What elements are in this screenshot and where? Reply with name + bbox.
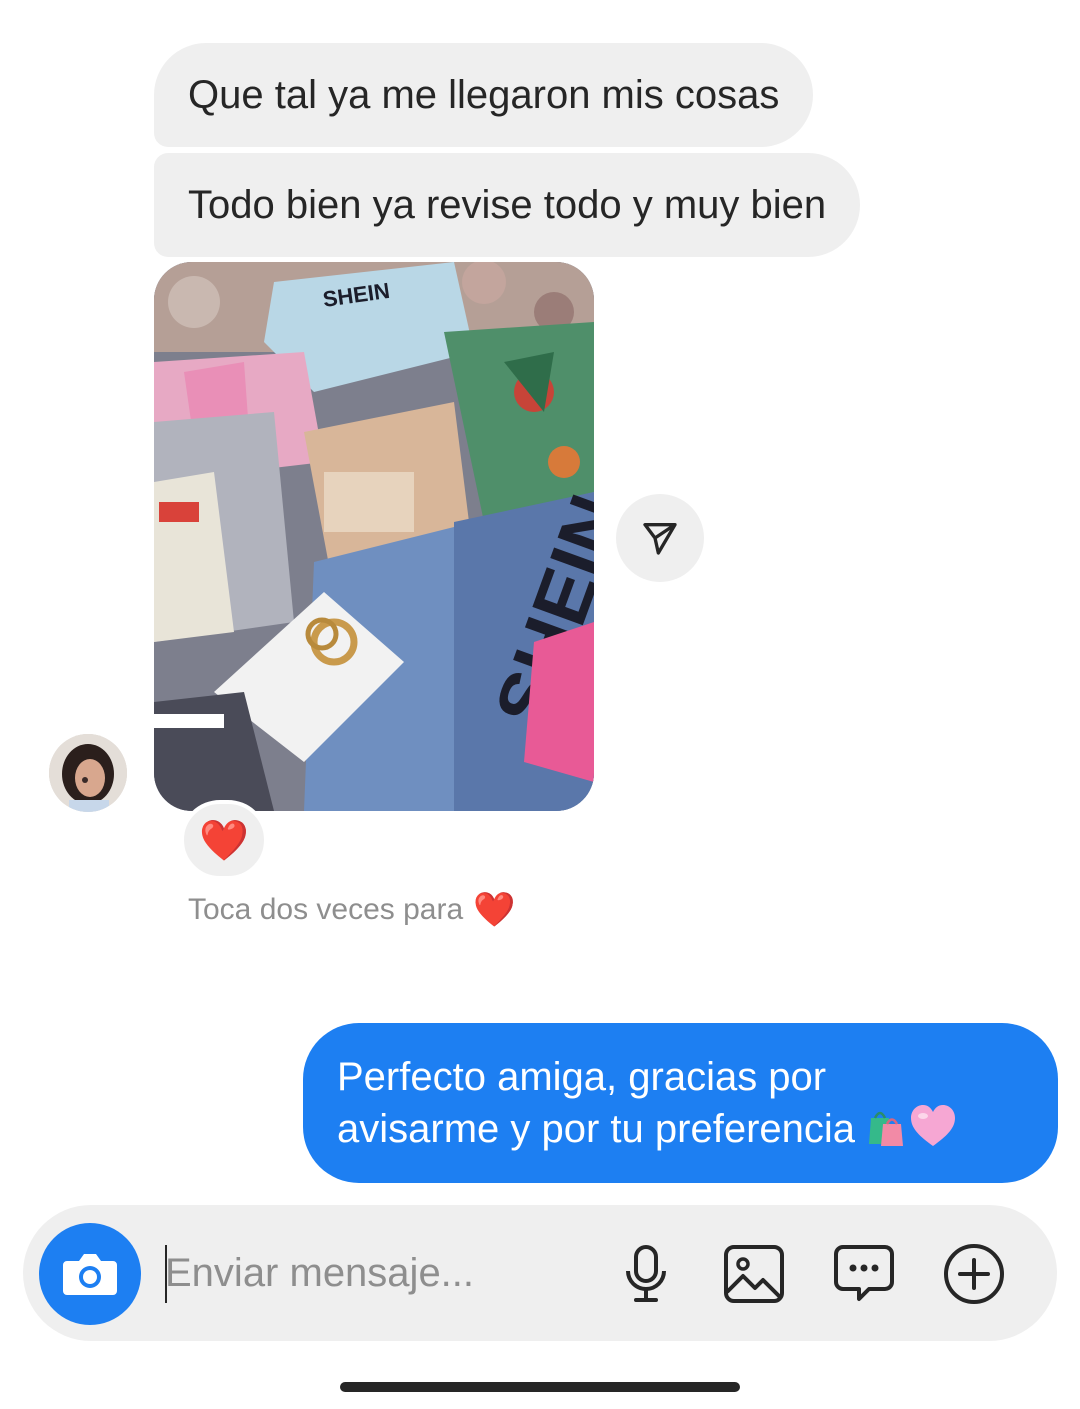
message-text: avisarme y por tu preferencia bbox=[337, 1107, 856, 1151]
paper-plane-icon bbox=[643, 523, 677, 555]
image-icon bbox=[724, 1245, 784, 1303]
photo-reaction[interactable]: ❤️ bbox=[180, 800, 268, 880]
microphone-button[interactable] bbox=[615, 1243, 677, 1305]
photo-message[interactable]: SHEIN SHEIN bbox=[154, 262, 594, 811]
avatar[interactable] bbox=[49, 734, 127, 812]
message-text: Todo bien ya revise todo y muy bien bbox=[188, 183, 827, 227]
more-options-button[interactable] bbox=[943, 1243, 1005, 1305]
pink-heart-icon bbox=[911, 1105, 956, 1146]
heart-icon: ❤️ bbox=[473, 891, 516, 929]
microphone-icon bbox=[626, 1245, 666, 1302]
message-input[interactable] bbox=[165, 1241, 585, 1305]
chat-bubble-icon bbox=[834, 1245, 894, 1301]
photo-image: SHEIN SHEIN bbox=[154, 262, 594, 811]
outgoing-message[interactable]: Perfecto amiga, gracias por avisarme y p… bbox=[303, 1023, 1058, 1183]
message-text-line: Perfecto amiga, gracias por bbox=[337, 1055, 827, 1099]
plus-circle-icon bbox=[944, 1244, 1004, 1304]
message-composer bbox=[23, 1205, 1057, 1341]
gallery-button[interactable] bbox=[723, 1243, 785, 1305]
incoming-message[interactable]: Todo bien ya revise todo y muy bien bbox=[154, 153, 861, 257]
message-text: Que tal ya me llegaron mis cosas bbox=[188, 73, 780, 117]
camera-button[interactable] bbox=[39, 1223, 141, 1325]
home-indicator[interactable] bbox=[340, 1382, 740, 1392]
double-tap-hint: Toca dos veces para ❤️ bbox=[188, 890, 516, 930]
message-text-line: avisarme y por tu preferencia bbox=[337, 1103, 1024, 1155]
avatar-image bbox=[49, 734, 127, 812]
camera-icon bbox=[63, 1254, 117, 1295]
sticker-button[interactable] bbox=[833, 1243, 895, 1305]
heart-icon: ❤️ bbox=[199, 818, 249, 863]
hint-text: Toca dos veces para bbox=[188, 893, 464, 926]
shopping-bags-icon bbox=[869, 1111, 904, 1146]
share-button[interactable] bbox=[616, 494, 704, 582]
incoming-message[interactable]: Que tal ya me llegaron mis cosas bbox=[154, 43, 814, 147]
